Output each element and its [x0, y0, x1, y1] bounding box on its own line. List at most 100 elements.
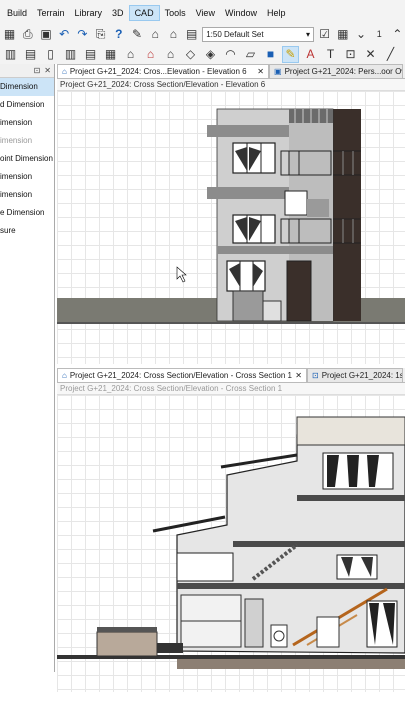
window [226, 260, 266, 292]
main-toolbar: ▦ ⎙ ▣ ↶ ↷ ⎘ ? ✎ ⌂ ⌂ ▤ 1:50 Default Set ▾… [0, 24, 405, 44]
close-icon[interactable]: ✕ [257, 67, 264, 76]
top-tab-row: ⌂ Project G+21_2024: Cros...Elevation - … [57, 64, 405, 79]
dimension-tool-icon[interactable]: ✎ [282, 45, 299, 63]
tab-label: Project G+21_2024: Cross Section/Elevati… [69, 371, 292, 380]
menu-help[interactable]: Help [262, 6, 291, 20]
tool-grid-icon[interactable]: ▦ [335, 26, 350, 43]
menu-cad[interactable]: CAD [128, 5, 160, 21]
sidebar-item-dimension-tool[interactable]: oint Dimension [0, 150, 54, 168]
camera-icon[interactable]: ⌂ [148, 26, 163, 43]
roof-slats [289, 109, 333, 123]
cabinet-tool-icon[interactable]: ▤ [22, 46, 39, 63]
menu-build[interactable]: Build [2, 6, 32, 20]
fill-tool-icon[interactable]: ◈ [202, 46, 219, 63]
ground-line [57, 322, 405, 324]
elevation-view-pane: ⌂ Project G+21_2024: Cros...Elevation - … [57, 64, 405, 366]
wall-tool-icon[interactable]: ▥ [2, 46, 19, 63]
export-icon[interactable]: ⎘ [93, 26, 108, 43]
tab-perspective[interactable]: ▣ Project G+21_2024: Pers...oor Ov [269, 64, 403, 78]
close-icon[interactable]: ✕ [44, 66, 51, 75]
help-icon[interactable]: ? [111, 26, 126, 43]
camera-view-icon: ▣ [274, 67, 282, 76]
undo-icon[interactable]: ↶ [57, 26, 72, 43]
washing-machine [270, 624, 288, 648]
menu-window[interactable]: Window [220, 6, 262, 20]
text-tool-icon[interactable]: T [322, 46, 339, 63]
pane-title: Project G+21_2024: Cross Section/Elevati… [57, 383, 405, 395]
sofa [157, 643, 183, 653]
tab-cross-section-1[interactable]: ⌂ Project G+21_2024: Cross Section/Eleva… [57, 368, 307, 382]
plan-layer-icon[interactable]: ▤ [184, 26, 199, 43]
tab-floor-plan[interactable]: ⊡ Project G+21_2024: 1s [307, 368, 403, 382]
menu-bar: Build Terrain Library 3D CAD Tools View … [0, 0, 405, 26]
bookshelf [316, 616, 340, 648]
door-tool-icon[interactable]: ▯ [42, 46, 59, 63]
floor-band [217, 246, 333, 254]
building-tool-icon[interactable]: ⌂ [122, 46, 139, 63]
stairs-tool-icon[interactable]: ▤ [82, 46, 99, 63]
print-icon[interactable]: ⎙ [20, 26, 35, 43]
room-tool-icon[interactable]: ▦ [102, 46, 119, 63]
elevation-drawing [57, 108, 405, 324]
window [284, 190, 308, 216]
menu-3d[interactable]: 3D [107, 6, 129, 20]
checkbox-icon[interactable]: ☑ [317, 26, 332, 43]
line-tool-icon[interactable]: ╱ [382, 46, 399, 63]
pencil-edit-icon[interactable]: ✎ [129, 26, 144, 43]
sidebar-item-dimension-tool[interactable]: sure [0, 222, 54, 240]
window [176, 552, 234, 582]
sidebar-item-dimension-tool[interactable]: Dimension [0, 78, 54, 96]
refrigerator [244, 598, 264, 648]
callout-tool-icon[interactable]: ⊡ [342, 46, 359, 63]
elevation-view-icon: ⌂ [62, 67, 67, 76]
dock-icon[interactable]: ⊡ [34, 66, 41, 75]
chevron-up-icon[interactable]: ⌃ [390, 26, 405, 43]
menu-terrain[interactable]: Terrain [32, 6, 70, 20]
boundary-wall [232, 290, 264, 322]
sidebar-item-dimension-tool[interactable]: imension [0, 168, 54, 186]
dimension-sidebar: ⊡ ✕ Dimension d Dimension imension imension… [0, 64, 55, 672]
elevation-canvas[interactable] [57, 91, 405, 364]
roof-tool-icon[interactable]: ⌂ [142, 46, 159, 63]
cross-section-canvas[interactable] [57, 395, 405, 692]
menu-view[interactable]: View [191, 6, 220, 20]
delete-tool-icon[interactable]: ✕ [362, 46, 379, 63]
gate [262, 300, 282, 322]
counter-value[interactable]: 1 [372, 26, 387, 43]
scale-select[interactable]: 1:50 Default Set ▾ [202, 26, 314, 42]
cad-toolbar: ▥ ▤ ▯ ▥ ▤ ▦ ⌂ ⌂ ⌂ ◇ ◈ ◠ ▱ ■ ✎ A T ⊡ ✕ ╱ [0, 44, 405, 64]
terrain-tool-icon[interactable]: ◇ [182, 46, 199, 63]
pane-title: Project G+21_2024: Cross Section/Elevati… [57, 79, 405, 91]
sidebar-item-dimension-tool[interactable]: imension [0, 114, 54, 132]
elevation-view-icon: ⌂ [62, 371, 67, 380]
foundation [177, 659, 405, 669]
house-view-icon[interactable]: ⌂ [166, 26, 181, 43]
bottom-tab-row: ⌂ Project G+21_2024: Cross Section/Eleva… [57, 368, 405, 383]
tab-label: Project G+21_2024: 1s [321, 371, 403, 380]
box-tool-icon[interactable]: ■ [262, 46, 279, 63]
plan-view-icon: ⊡ [312, 371, 319, 380]
status-bar [0, 696, 405, 720]
menu-tools[interactable]: Tools [160, 6, 191, 20]
redo-icon[interactable]: ↷ [75, 26, 90, 43]
slab-tool-icon[interactable]: ▱ [242, 46, 259, 63]
sidebar-item-dimension-tool[interactable]: e Dimension [0, 204, 54, 222]
layout-icon[interactable]: ▦ [2, 26, 17, 43]
tab-label: Project G+21_2024: Cros...Elevation - El… [69, 67, 247, 76]
dome-tool-icon[interactable]: ◠ [222, 46, 239, 63]
save-icon[interactable]: ▣ [38, 26, 53, 43]
house-tool-icon[interactable]: ⌂ [162, 46, 179, 63]
text-style-icon[interactable]: A [302, 46, 319, 63]
cross-section-view-pane: ⌂ Project G+21_2024: Cross Section/Eleva… [57, 368, 405, 692]
menu-library[interactable]: Library [70, 6, 108, 20]
sidebar-item-dimension-tool[interactable]: imension [0, 186, 54, 204]
window-tool-icon[interactable]: ▥ [62, 46, 79, 63]
cross-section-drawing [57, 416, 405, 669]
close-icon[interactable]: ✕ [295, 371, 302, 380]
chevron-down-double-icon[interactable]: ⌄ [353, 26, 368, 43]
tab-elevation-6[interactable]: ⌂ Project G+21_2024: Cros...Elevation - … [57, 64, 269, 78]
sidebar-item-dimension-tool[interactable]: imension [0, 132, 54, 150]
sidebar-item-dimension-tool[interactable]: d Dimension [0, 96, 54, 114]
floor-band [207, 187, 289, 199]
window [232, 214, 276, 244]
